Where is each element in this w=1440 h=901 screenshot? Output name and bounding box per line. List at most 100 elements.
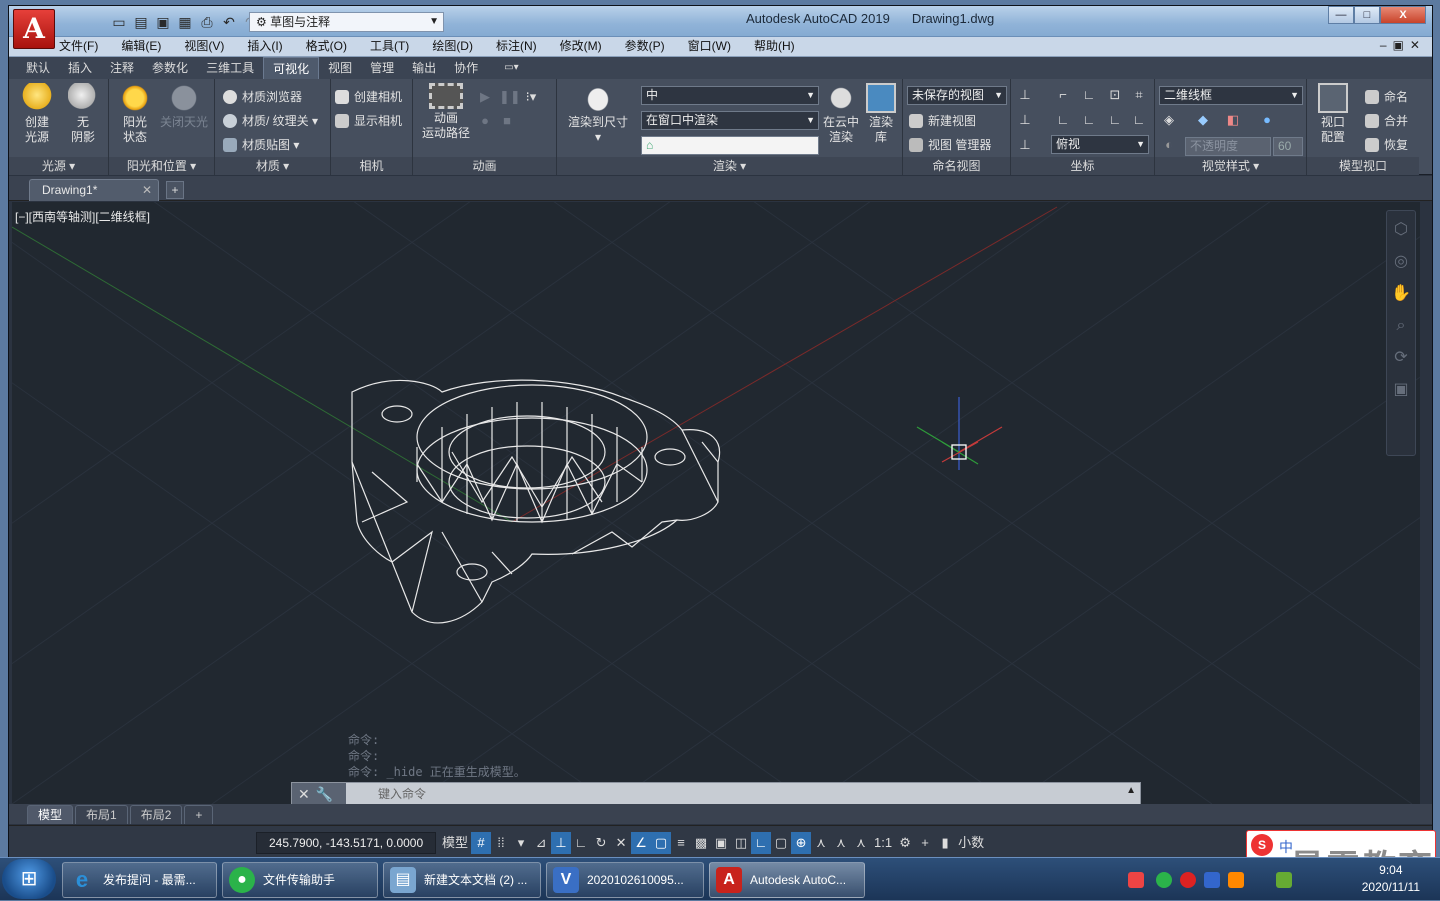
sphere-icon[interactable]: ● — [1259, 112, 1275, 128]
tab-manage[interactable]: 管理 — [361, 57, 403, 79]
ucs-origin-icon[interactable]: ∟ — [1081, 87, 1097, 103]
ucs-z-icon[interactable]: ∟ — [1107, 112, 1123, 128]
osnap-3d-icon[interactable]: ▢ — [651, 832, 672, 854]
play-icon[interactable]: ▶ — [477, 89, 493, 105]
workspace-switcher[interactable]: ⚙ 草图与注释 ▼ — [249, 12, 444, 32]
render-in-cloud-button[interactable]: 在云中 渲染 — [821, 83, 861, 145]
menu-dimension[interactable]: 标注(N) — [496, 37, 537, 56]
chevron-up-icon[interactable]: ▲ — [1126, 785, 1136, 796]
new-view-button[interactable]: 新建视图 — [909, 113, 976, 129]
taskbar-item-ie[interactable]: e 发布提问 - 最需... — [62, 862, 217, 898]
undo-icon[interactable]: ↶ — [221, 14, 237, 31]
document-window-controls[interactable]: –▣✕ — [1380, 38, 1426, 52]
taskbar-item-visio[interactable]: V 2020102610095... — [546, 862, 704, 898]
system-clock[interactable]: 9:04 2020/11/11 — [1362, 862, 1420, 896]
tab-collaborate[interactable]: 协作 — [445, 57, 487, 79]
ucs-world-icon[interactable]: ⌐ — [1055, 87, 1071, 103]
create-camera-button[interactable]: 创建相机 — [335, 89, 402, 105]
viewport-controls-label[interactable]: [−][西南等轴测][二维线框] — [15, 208, 150, 225]
gizmo-icon[interactable]: ⊕ — [791, 832, 812, 854]
wechat-tray-icon[interactable] — [1156, 872, 1172, 888]
annotation-visibility-icon[interactable]: ⋏ — [811, 832, 831, 854]
close-button[interactable]: X — [1380, 6, 1426, 24]
tab-3d-tools[interactable]: 三维工具 — [197, 57, 263, 79]
menu-window[interactable]: 窗口(W) — [688, 37, 731, 56]
application-menu-button[interactable]: A — [13, 9, 55, 49]
polar-icon[interactable]: ∟ — [571, 832, 591, 854]
panel-title-render[interactable]: 渲染 ▾ — [557, 157, 902, 175]
print-icon[interactable]: ⎙ — [199, 14, 215, 31]
tab-parametric[interactable]: 参数化 — [143, 57, 197, 79]
tab-view[interactable]: 视图 — [319, 57, 361, 79]
showmotion-icon[interactable]: ▣ — [1388, 377, 1414, 403]
save-icon[interactable]: ▣ — [155, 14, 171, 31]
tab-layout2[interactable]: 布局2 — [129, 804, 183, 824]
command-input[interactable]: 键入命令 — [348, 784, 1128, 804]
plus-icon[interactable]: + — [915, 832, 935, 854]
orbit-icon[interactable]: ⟳ — [1388, 345, 1414, 371]
model-space-button[interactable]: 模型 — [439, 832, 471, 854]
merge-viewport-button[interactable]: 合并 — [1365, 113, 1408, 129]
isodraft-icon[interactable]: ↻ — [591, 832, 611, 854]
menu-help[interactable]: 帮助(H) — [754, 37, 795, 56]
tab-default[interactable]: 默认 — [17, 57, 59, 79]
ribbon-options-icon[interactable]: ▭▾ — [495, 57, 527, 79]
menu-edit[interactable]: 编辑(E) — [121, 37, 161, 56]
new-tab-button[interactable]: + — [166, 181, 184, 199]
taskbar-item-wechat[interactable]: ● 文件传输助手 — [222, 862, 378, 898]
selection-cycling-icon[interactable]: ▣ — [711, 832, 731, 854]
dynamic-ucs-icon[interactable]: ∟ — [751, 832, 772, 854]
stop-icon[interactable]: ■ — [499, 113, 515, 129]
start-button[interactable]: ⊞ — [2, 859, 56, 899]
materials-textures-button[interactable]: 材质/ 纹理关 ▾ — [223, 113, 318, 129]
dynamic-input-icon[interactable]: ⊿ — [531, 832, 551, 854]
face-style-icon[interactable]: ◆ — [1195, 112, 1211, 128]
steering-wheel-icon[interactable]: ◎ — [1388, 249, 1414, 275]
grid-icon[interactable]: # — [471, 832, 492, 854]
create-light-button[interactable]: 创建 光源 — [19, 83, 55, 145]
object-snap-icon[interactable]: ∠ — [631, 832, 652, 854]
color-icon[interactable]: ◧ — [1225, 112, 1241, 128]
annotation-scale-icon[interactable]: ⋏ — [851, 832, 871, 854]
network-tray-icon[interactable] — [1228, 872, 1244, 888]
maximize-button[interactable]: □ — [1354, 6, 1380, 24]
units-icon[interactable]: ▮ — [935, 832, 955, 854]
edge-style-icon[interactable]: ◈ — [1161, 112, 1177, 128]
object-snap-tracking-icon[interactable]: ✕ — [611, 832, 631, 854]
render-quality-select[interactable]: 中 ▼ — [641, 86, 819, 105]
tab-drawing1[interactable]: Drawing1* ✕ — [29, 179, 159, 201]
opacity-field[interactable]: 不透明度 — [1185, 137, 1271, 156]
sogou-tray-icon[interactable] — [1128, 872, 1144, 888]
menu-view[interactable]: 视图(V) — [184, 37, 224, 56]
name-viewport-button[interactable]: 命名 — [1365, 89, 1408, 105]
restore-viewport-button[interactable]: 恢复 — [1365, 137, 1408, 153]
tab-model[interactable]: 模型 — [27, 804, 74, 824]
ucs-icon[interactable]: ⊥ — [1017, 87, 1033, 103]
tab-visualize[interactable]: 可视化 — [263, 56, 320, 80]
named-view-select[interactable]: 未保存的视图 ▼ — [907, 86, 1007, 105]
snap-icon[interactable]: ⁞⁞ — [491, 832, 511, 854]
show-cameras-button[interactable]: 显示相机 — [335, 113, 402, 129]
tab-output[interactable]: 输出 — [403, 57, 445, 79]
ucs-3point-icon[interactable]: ⊥ — [1017, 112, 1033, 128]
3d-osnap-icon[interactable]: ◫ — [731, 832, 751, 854]
save-as-icon[interactable]: ▦ — [177, 14, 193, 31]
visual-style-select[interactable]: 二维线框 ▼ — [1159, 86, 1303, 105]
ucs-zaxis-icon[interactable]: ∟ — [1131, 112, 1147, 128]
render-in-select[interactable]: 在窗口中渲染 ▼ — [641, 111, 819, 130]
menu-format[interactable]: 格式(O) — [306, 37, 347, 56]
render-to-size-button[interactable]: 渲染到尺寸 ▾ — [565, 83, 631, 145]
sun-status-button[interactable]: 阳光 状态 — [115, 83, 155, 145]
ucs-view-icon[interactable]: ⊡ — [1107, 87, 1123, 103]
taskbar-item-notepad[interactable]: ▤ 新建文本文档 (2) ... — [383, 862, 541, 898]
coordinates-readout[interactable]: 245.7900, -143.5171, 0.0000 — [256, 832, 436, 854]
selection-filter-icon[interactable]: ▢ — [771, 832, 791, 854]
close-icon[interactable]: ✕ — [142, 180, 152, 201]
material-mapping-button[interactable]: 材质贴图 ▾ — [223, 137, 299, 153]
no-shadow-button[interactable]: 无阴影 — [65, 83, 101, 145]
new-file-icon[interactable]: ▭ — [111, 14, 127, 31]
ucs-view-select[interactable]: 俯视 ▼ — [1051, 135, 1149, 154]
viewport-config-button[interactable]: 视口 配置 — [1313, 83, 1353, 145]
wrench-icon[interactable]: 🔧 — [316, 786, 339, 802]
materials-browser-button[interactable]: 材质浏览器 — [223, 89, 302, 105]
